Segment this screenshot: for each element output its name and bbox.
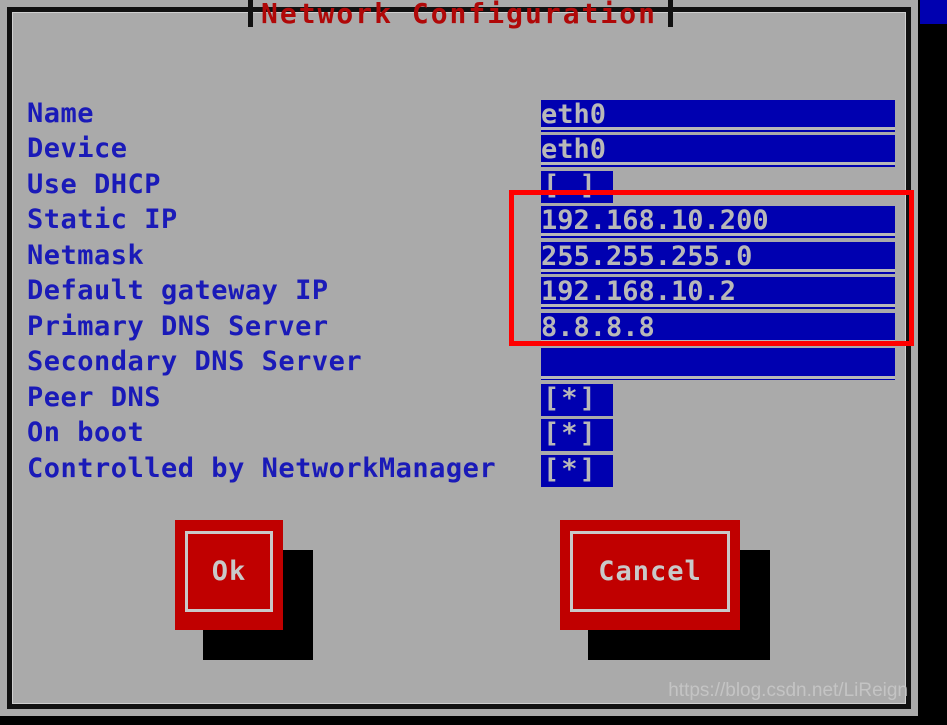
- terminal-background-strip: [920, 0, 947, 24]
- form-row-netmask: Netmask 255.255.255.0: [0, 240, 918, 276]
- label-static-ip: Static IP: [27, 204, 178, 235]
- checkbox-use-dhcp-value: [ ]: [543, 171, 598, 201]
- ok-button[interactable]: Ok: [175, 520, 283, 630]
- form-row-static-ip: Static IP 192.168.10.200: [0, 204, 918, 240]
- form-row-use-dhcp: Use DHCP [ ]: [0, 169, 918, 205]
- cancel-button-label: Cancel: [598, 556, 702, 587]
- label-device: Device: [27, 133, 128, 164]
- input-name[interactable]: eth0: [541, 100, 895, 132]
- label-default-gateway-ip: Default gateway IP: [27, 275, 329, 306]
- form-row-name: Name eth0: [0, 98, 918, 134]
- label-secondary-dns-server: Secondary DNS Server: [27, 346, 363, 377]
- terminal-screen: Network Configuration Name eth0 Device e…: [0, 0, 947, 725]
- input-secondary-dns-server[interactable]: [541, 348, 895, 380]
- checkbox-controlled-by-networkmanager-value: [*]: [543, 455, 598, 485]
- form-row-controlled-by-networkmanager: Controlled by NetworkManager [*]: [0, 453, 918, 489]
- label-on-boot: On boot: [27, 417, 145, 448]
- form-row-on-boot: On boot [*]: [0, 417, 918, 453]
- checkbox-use-dhcp[interactable]: [ ]: [541, 171, 613, 203]
- label-use-dhcp: Use DHCP: [27, 169, 162, 200]
- input-name-value: eth0: [541, 100, 607, 130]
- input-primary-dns-server-value: 8.8.8.8: [541, 313, 655, 343]
- label-controlled-by-networkmanager: Controlled by NetworkManager: [27, 453, 497, 484]
- input-static-ip-value: 192.168.10.200: [541, 206, 769, 236]
- input-primary-dns-server[interactable]: 8.8.8.8: [541, 313, 895, 345]
- checkbox-on-boot-value: [*]: [543, 419, 598, 449]
- label-peer-dns: Peer DNS: [27, 382, 162, 413]
- checkbox-peer-dns-value: [*]: [543, 384, 598, 414]
- form-row-peer-dns: Peer DNS [*]: [0, 382, 918, 418]
- label-name: Name: [27, 98, 95, 129]
- ok-button-group: Ok: [175, 520, 325, 660]
- cancel-button-group: Cancel: [560, 520, 790, 660]
- network-configuration-dialog: Network Configuration Name eth0 Device e…: [0, 0, 918, 716]
- input-device-value: eth0: [541, 135, 607, 165]
- watermark-text: https://blog.csdn.net/LiReign: [668, 680, 908, 701]
- form-row-default-gateway-ip: Default gateway IP 192.168.10.2: [0, 275, 918, 311]
- input-default-gateway-ip[interactable]: 192.168.10.2: [541, 277, 895, 309]
- label-netmask: Netmask: [27, 240, 145, 271]
- checkbox-controlled-by-networkmanager[interactable]: [*]: [541, 455, 613, 487]
- input-netmask-value: 255.255.255.0: [541, 242, 753, 272]
- checkbox-on-boot[interactable]: [*]: [541, 419, 613, 451]
- input-netmask[interactable]: 255.255.255.0: [541, 242, 895, 274]
- ok-button-label: Ok: [211, 556, 247, 587]
- checkbox-peer-dns[interactable]: [*]: [541, 384, 613, 416]
- label-primary-dns-server: Primary DNS Server: [27, 311, 329, 342]
- form-row-device: Device eth0: [0, 133, 918, 169]
- form-row-primary-dns-server: Primary DNS Server 8.8.8.8: [0, 311, 918, 347]
- form-row-secondary-dns-server: Secondary DNS Server: [0, 346, 918, 382]
- cancel-button[interactable]: Cancel: [560, 520, 740, 630]
- input-device[interactable]: eth0: [541, 135, 895, 167]
- input-default-gateway-ip-value: 192.168.10.2: [541, 277, 737, 307]
- input-static-ip[interactable]: 192.168.10.200: [541, 206, 895, 238]
